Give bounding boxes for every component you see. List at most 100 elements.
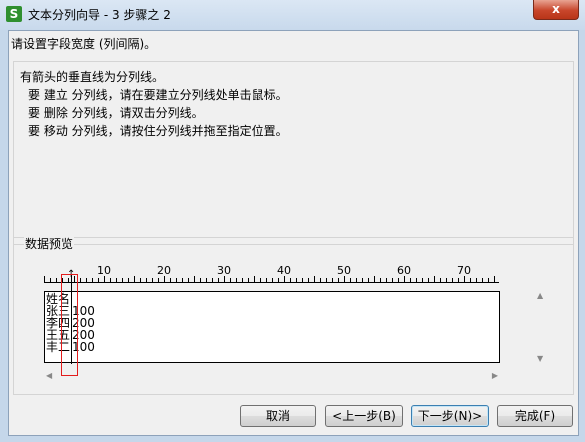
- ruler-tick: [326, 278, 327, 282]
- scroll-down-icon[interactable]: ▼: [537, 354, 543, 363]
- data-preview-label: 数据预览: [24, 235, 75, 252]
- ruler-tick: [440, 278, 441, 282]
- hint-delete: 要 删除 分列线，请双击分列线。: [28, 106, 204, 120]
- ruler-tick: [356, 278, 357, 282]
- ruler-tick: [254, 276, 255, 282]
- ruler-tick: [290, 278, 291, 282]
- ruler-tick: [386, 278, 387, 282]
- ruler-tick: [416, 278, 417, 282]
- ruler-tick: [110, 278, 111, 282]
- ruler-tick: [302, 278, 303, 282]
- ruler-tick: [422, 278, 423, 282]
- hint-panel: 有箭头的垂直线为分列线。 要 建立 分列线，请在要建立分列线处单击鼠标。 要 删…: [13, 61, 574, 245]
- scroll-up-icon[interactable]: ▲: [537, 291, 543, 300]
- ruler-tick: [350, 278, 351, 282]
- ruler-label: 70: [457, 264, 471, 277]
- ruler-tick: [272, 278, 273, 282]
- ruler-tick: [338, 278, 339, 282]
- ruler-tick: [44, 276, 45, 282]
- ruler-tick: [128, 278, 129, 282]
- ruler-tick: [218, 278, 219, 282]
- spreadsheet-app-icon: S: [6, 6, 22, 22]
- vertical-scrollbar[interactable]: ▲ ▼: [534, 291, 548, 363]
- ruler-tick: [188, 278, 189, 282]
- ruler-tick: [398, 278, 399, 282]
- next-button[interactable]: 下一步(N)>: [411, 405, 489, 427]
- ruler-tick: [212, 278, 213, 282]
- hint-move: 要 移动 分列线，请按住分列线并拖至指定位置。: [28, 124, 288, 138]
- ruler-tick: [80, 278, 81, 282]
- horizontal-scrollbar[interactable]: ◀ ▶: [44, 369, 500, 383]
- ruler-tick: [446, 278, 447, 282]
- ruler-tick: [278, 278, 279, 282]
- preview-area[interactable]: 姓名 张三 100 李四 200 王五 200 丰二 100: [44, 291, 500, 363]
- column-ruler[interactable]: 10 20 30 40 50 60 70: [44, 264, 504, 286]
- ruler-label: 40: [277, 264, 291, 277]
- ruler-tick: [206, 278, 207, 282]
- ruler-tick: [332, 278, 333, 282]
- ruler-tick: [176, 278, 177, 282]
- ruler-label: 10: [97, 264, 111, 277]
- ruler-tick: [236, 278, 237, 282]
- finish-button[interactable]: 完成(F): [497, 405, 573, 427]
- ruler-tick: [392, 278, 393, 282]
- ruler-tick: [50, 278, 51, 282]
- ruler-tick: [152, 278, 153, 282]
- ruler-tick: [86, 278, 87, 282]
- ruler-label: 30: [217, 264, 231, 277]
- ruler-tick: [92, 278, 93, 282]
- ruler-tick: [194, 276, 195, 282]
- window-title: 文本分列向导 - 3 步骤之 2: [28, 8, 171, 22]
- scroll-left-icon[interactable]: ◀: [46, 371, 52, 380]
- hint-create: 要 建立 分列线，请在要建立分列线处单击鼠标。: [28, 88, 288, 102]
- ruler-tick: [470, 278, 471, 282]
- ruler-tick: [116, 278, 117, 282]
- ruler-tick: [476, 278, 477, 282]
- ruler-tick: [488, 278, 489, 282]
- ruler-tick: [98, 278, 99, 282]
- ruler-tick: [428, 278, 429, 282]
- ruler-tick: [380, 278, 381, 282]
- close-button[interactable]: x: [533, 0, 579, 20]
- ruler-tick: [296, 278, 297, 282]
- ruler-tick: [368, 278, 369, 282]
- ruler-tick: [458, 278, 459, 282]
- ruler-label: 20: [157, 264, 171, 277]
- ruler-tick: [320, 278, 321, 282]
- ruler-tick: [314, 276, 315, 282]
- ruler-tick: [134, 276, 135, 282]
- ruler-tick: [452, 278, 453, 282]
- ruler-label: 50: [337, 264, 351, 277]
- ruler-tick: [242, 278, 243, 282]
- data-preview-group: 数据预览 10 20 30 40 50 60 70 姓名 张三 100 李四 200 王五 …: [13, 235, 574, 395]
- highlight-annotation: [61, 274, 78, 376]
- ruler-tick: [374, 276, 375, 282]
- ruler-tick: [308, 278, 309, 282]
- ruler-tick: [200, 278, 201, 282]
- ruler-baseline: [44, 282, 499, 283]
- cancel-button[interactable]: 取消: [240, 405, 316, 427]
- ruler-tick: [494, 276, 495, 282]
- ruler-tick: [248, 278, 249, 282]
- dialog-body: 请设置字段宽度 (列间隔)。 有箭头的垂直线为分列线。 要 建立 分列线，请在要…: [8, 30, 579, 436]
- hint-heading: 有箭头的垂直线为分列线。: [20, 70, 165, 84]
- ruler-tick: [140, 278, 141, 282]
- ruler-tick: [182, 278, 183, 282]
- ruler-tick: [146, 278, 147, 282]
- ruler-tick: [482, 278, 483, 282]
- ruler-tick: [410, 278, 411, 282]
- ruler-tick: [56, 278, 57, 282]
- title-bar[interactable]: S 文本分列向导 - 3 步骤之 2 x: [0, 0, 585, 30]
- ruler-tick: [362, 278, 363, 282]
- ruler-tick: [260, 278, 261, 282]
- ruler-tick: [230, 278, 231, 282]
- ruler-tick: [170, 278, 171, 282]
- ruler-tick: [158, 278, 159, 282]
- ruler-tick: [266, 278, 267, 282]
- ruler-tick: [434, 276, 435, 282]
- ruler-label: 60: [397, 264, 411, 277]
- instruction-text: 请设置字段宽度 (列间隔)。: [11, 37, 157, 51]
- ruler-tick: [122, 278, 123, 282]
- scroll-right-icon[interactable]: ▶: [492, 371, 498, 380]
- back-button[interactable]: <上一步(B): [325, 405, 403, 427]
